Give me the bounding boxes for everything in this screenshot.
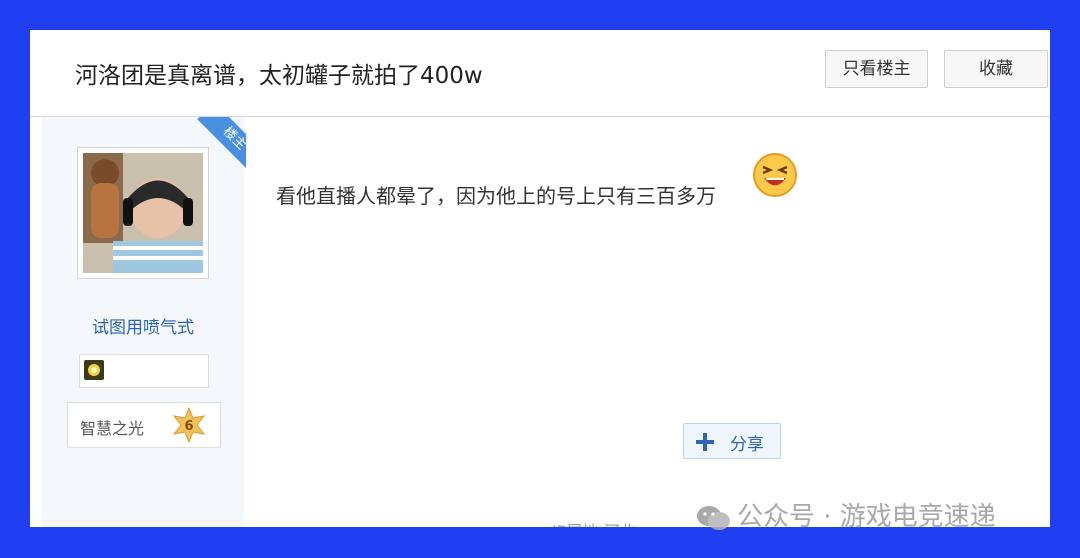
plus-icon [696, 433, 714, 451]
level-title: 智慧之光 [80, 419, 145, 438]
op-ribbon-label: 楼主 [197, 117, 246, 173]
author-username[interactable]: 试图用喷气式 [42, 313, 244, 338]
share-button[interactable]: 分享 [683, 423, 781, 459]
post-content: 看他直播人都晕了，因为他上的号上只有三百多万 [276, 184, 716, 208]
only-op-button[interactable]: 只看楼主 [825, 50, 928, 88]
favorite-button[interactable]: 收藏 [944, 50, 1048, 88]
medal-badge-icon[interactable] [84, 360, 104, 380]
level-badge[interactable]: 智慧之光 6 [67, 402, 221, 448]
op-ribbon: 楼主 [190, 117, 246, 173]
share-label: 分享 [730, 435, 764, 455]
level-number: 6 [184, 419, 193, 434]
laughing-face-icon [753, 153, 797, 197]
thread-title: 河洛团是真离谱，太初罐子就拍了400w [75, 63, 483, 89]
avatar-photo [83, 153, 203, 273]
avatar-image-icon [83, 153, 203, 273]
thread-header: 河洛团是真离谱，太初罐子就拍了400w 只看楼主 收藏 [30, 30, 1050, 117]
watermark: 公众号 · 游戏电竞速递 [695, 496, 996, 532]
author-sidebar: 试图用喷气式 智慧之光 6 [42, 117, 244, 527]
ip-location: IP属地:河北 [552, 518, 636, 527]
level-star-icon: 6 [172, 407, 206, 443]
forum-post-frame: 河洛团是真离谱，太初罐子就拍了400w 只看楼主 收藏 试图用喷气式 智慧之光 … [30, 30, 1050, 527]
wechat-icon [697, 505, 730, 530]
badge-row [79, 354, 209, 388]
watermark-text: 公众号 · 游戏电竞速递 [737, 502, 996, 532]
